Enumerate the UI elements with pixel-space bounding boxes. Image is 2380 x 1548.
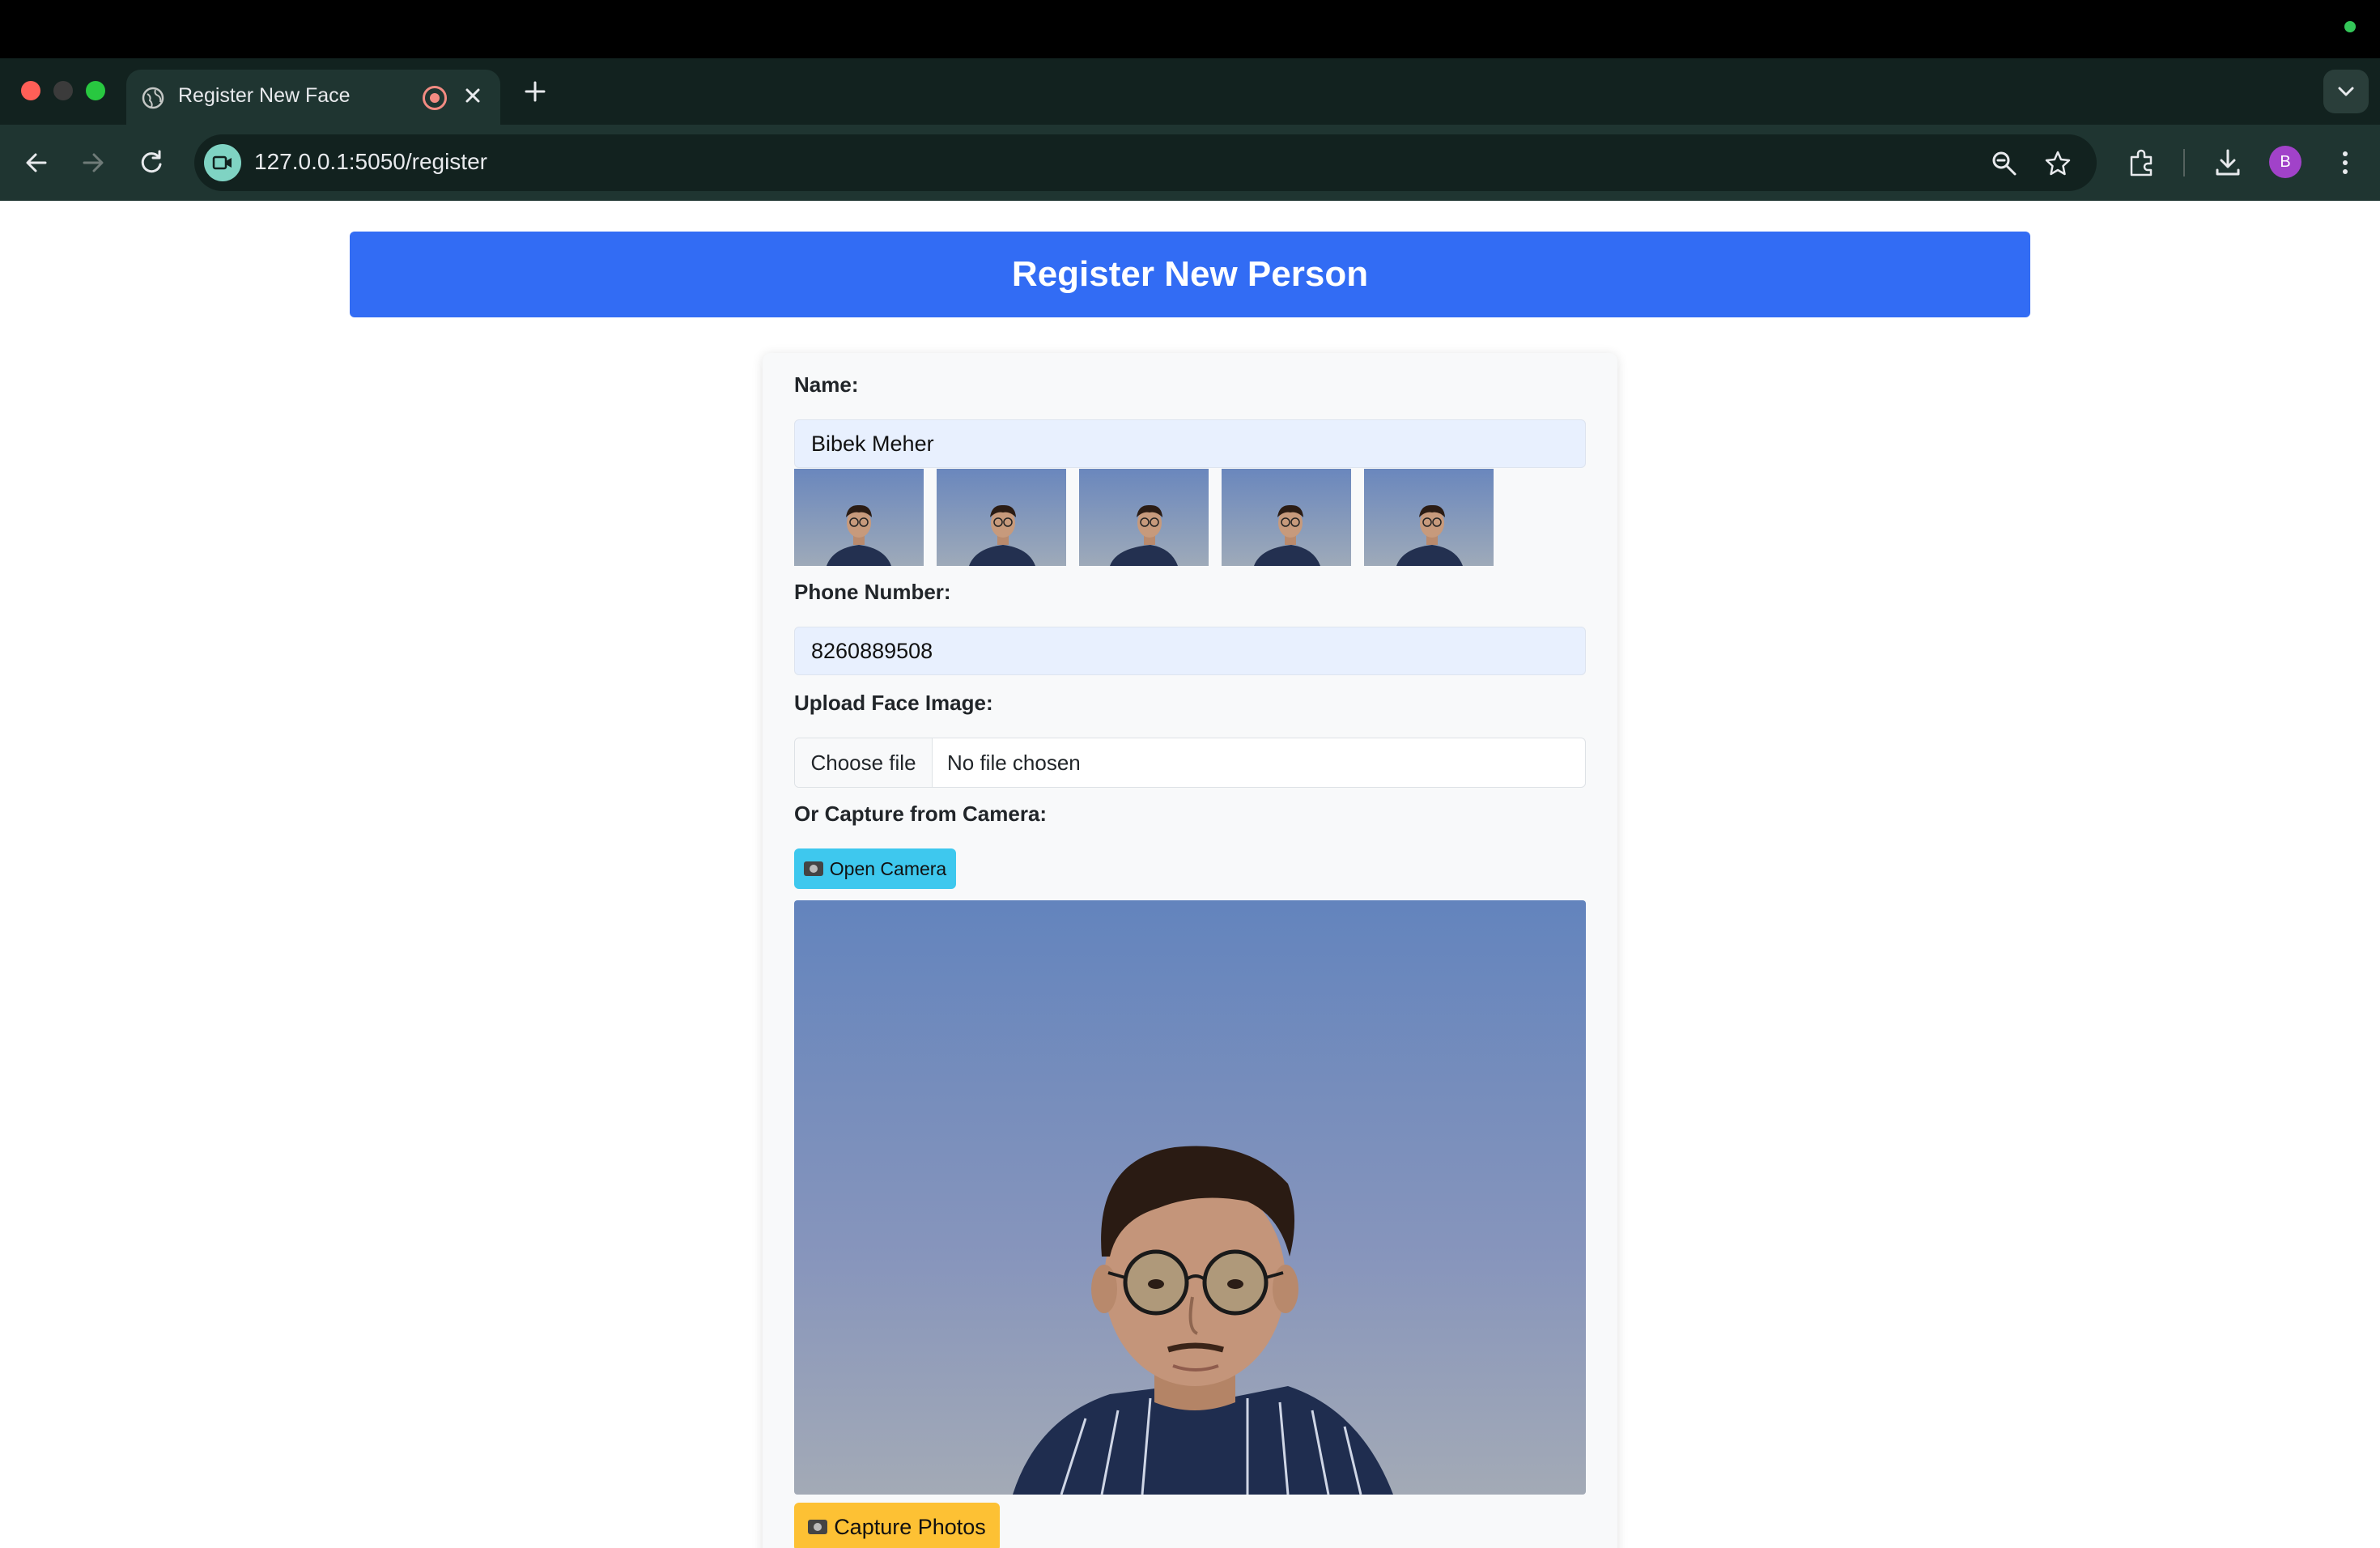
registration-form: Name: Bibek Meher Phone Number: 82608895…	[763, 353, 1617, 1548]
window-minimize-button[interactable]	[53, 81, 73, 100]
capture-photos-button[interactable]: Capture Photos	[794, 1503, 1000, 1548]
extensions-icon[interactable]	[2125, 146, 2159, 180]
chevron-down-icon	[2338, 87, 2354, 96]
captured-thumbnail[interactable]	[937, 469, 1066, 566]
reload-icon[interactable]	[133, 144, 170, 181]
page-header: Register New Person	[350, 232, 2030, 317]
camera-video-feed	[794, 900, 1586, 1495]
browser-toolbar: 127.0.0.1:5050/register B	[0, 125, 2380, 201]
capture-photos-label: Capture Photos	[834, 1515, 986, 1539]
window-zoom-button[interactable]	[86, 81, 105, 100]
open-camera-button[interactable]: Open Camera	[794, 848, 956, 889]
browser-tab-active[interactable]: Register New Face	[126, 70, 500, 125]
window-close-button[interactable]	[21, 81, 40, 100]
captured-thumbnail[interactable]	[1222, 469, 1351, 566]
upload-label: Upload Face Image:	[794, 691, 993, 715]
close-icon[interactable]	[458, 81, 487, 110]
browser-tabstrip: Register New Face	[0, 58, 2380, 125]
face-image-file-input[interactable]: Choose file No file chosen	[794, 738, 1586, 788]
captured-thumbnail[interactable]	[1364, 469, 1494, 566]
toolbar-separator	[2183, 149, 2185, 176]
plus-icon[interactable]	[518, 74, 552, 108]
url-text: 127.0.0.1:5050/register	[254, 149, 487, 174]
zoom-icon[interactable]	[1990, 149, 2019, 178]
download-icon[interactable]	[2211, 146, 2245, 180]
tab-title: Register New Face	[178, 84, 351, 107]
forward-icon[interactable]	[74, 144, 112, 181]
address-bar[interactable]: 127.0.0.1:5050/register	[194, 134, 2097, 191]
name-input[interactable]: Bibek Meher	[794, 419, 1586, 468]
phone-input[interactable]: 8260889508	[794, 627, 1586, 675]
page-viewport: Register New Person Name: Bibek Meher Ph…	[0, 201, 2380, 1548]
tab-search-button[interactable]	[2323, 70, 2369, 113]
back-icon[interactable]	[18, 144, 55, 181]
camera-site-icon[interactable]	[204, 144, 241, 181]
name-label: Name:	[794, 372, 859, 397]
camera-indicator-dot	[2344, 21, 2356, 32]
choose-file-button[interactable]: Choose file	[795, 738, 933, 787]
recording-icon	[423, 86, 447, 110]
profile-avatar[interactable]: B	[2269, 146, 2301, 178]
file-status-text: No file chosen	[947, 751, 1081, 775]
os-menu-bar	[0, 0, 2380, 58]
star-icon[interactable]	[2043, 149, 2072, 178]
more-icon[interactable]	[2328, 146, 2362, 180]
camera-label: Or Capture from Camera:	[794, 802, 1048, 826]
globe-icon	[142, 87, 164, 109]
camera-emoji-icon	[803, 861, 823, 876]
captured-thumbnail[interactable]	[794, 469, 924, 566]
camera-emoji-icon	[808, 1519, 828, 1534]
camera-frame	[794, 900, 1586, 1495]
open-camera-label: Open Camera	[829, 858, 947, 879]
phone-label: Phone Number:	[794, 580, 951, 604]
captured-thumbnail[interactable]	[1079, 469, 1209, 566]
